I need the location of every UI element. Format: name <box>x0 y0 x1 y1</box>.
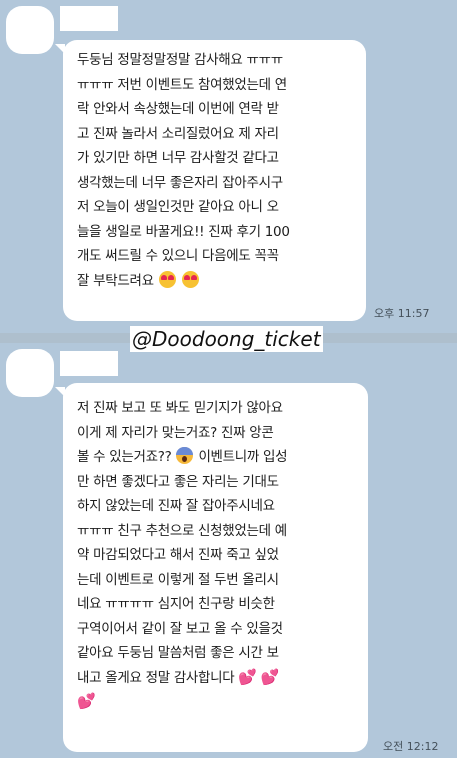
message-line: ㅠㅠㅠ 친구 추천으로 신청했었는데 예 <box>77 522 287 539</box>
message-bubble[interactable]: 두둥님 정말정말정말 감사해요 ㅠㅠㅠ ㅠㅠㅠ 저번 이벤트도 참여했었는데 연… <box>63 40 366 321</box>
message-line: 잘 부탁드려요 <box>77 269 352 294</box>
message-line: 만 하면 좋겠다고 좋은 자리는 기대도 <box>77 473 279 490</box>
message-line: 약 마감되었다고 해서 진짜 죽고 싶었 <box>77 547 279 563</box>
message-line: 늘을 생일로 바꿀게요!! 진짜 후기 100 <box>77 223 290 240</box>
message-line: 생각했는데 너무 좋은자리 잡아주시구 <box>77 174 283 191</box>
smiling-face-with-heart-eyes-icon <box>181 270 199 288</box>
smiling-face-with-heart-eyes-icon <box>158 270 176 288</box>
message-timestamp: 오전 12:12 <box>383 740 439 753</box>
message-line: 저 진짜 보고 또 봐도 믿기지가 않아요 <box>77 400 283 416</box>
message-line: 락 안와서 속상했는데 이번에 연락 받 <box>77 101 279 117</box>
message-line: 네요 ㅠㅠㅠㅠ 심지어 친구랑 비슷한 <box>77 596 275 612</box>
message-line: 하지 않았는데 진짜 잘 잡아주시네요 <box>77 498 275 514</box>
sender-name-redacted <box>60 6 118 31</box>
message-line: 개도 써드릴 수 있으니 다음에도 꼭꼭 <box>77 248 279 264</box>
message-line: ㅠㅠㅠ 저번 이벤트도 참여했었는데 연 <box>77 76 287 93</box>
message-line: 구역이어서 같이 잘 보고 올 수 있을것 <box>77 620 283 637</box>
message-line: 같아요 두둥님 말씀처럼 좋은 시간 보 <box>77 645 279 661</box>
message-line: 두둥님 정말정말정말 감사해요 ㅠㅠㅠ <box>77 52 283 68</box>
two-hearts-icon: 💕 <box>77 692 96 710</box>
chat-panel-1: 두둥님 정말정말정말 감사해요 ㅠㅠㅠ ㅠㅠㅠ 저번 이벤트도 참여했었는데 연… <box>0 0 457 333</box>
message-timestamp: 오후 11:57 <box>374 307 430 320</box>
sender-avatar-redacted[interactable] <box>6 6 54 54</box>
message-line: 고 진짜 놀라서 소리질렀어요 제 자리 <box>77 125 279 142</box>
message-line: 가 있기만 하면 너무 감사할것 같다고 <box>77 150 279 166</box>
chat-panel-2: 저 진짜 보고 또 봐도 믿기지가 않아요 이게 제 자리가 맞는거죠? 진짜 … <box>0 343 457 758</box>
message-line-text: 볼 수 있는거죠?? <box>77 449 172 465</box>
watermark: @Doodoong_ticket <box>130 326 323 352</box>
message-line: 이게 제 자리가 맞는거죠? 진짜 앙콘 <box>77 424 274 441</box>
face-screaming-in-fear-icon <box>176 447 194 464</box>
message-line: 💕 <box>77 690 354 715</box>
two-hearts-icon: 💕 <box>260 667 280 686</box>
message-line-text: 내고 올게요 정말 감사합니다 <box>77 669 235 686</box>
sender-avatar-redacted[interactable] <box>6 349 54 397</box>
message-line-text: 잘 부탁드려요 <box>77 272 154 289</box>
message-line-text: 이벤트니까 입성 <box>198 449 288 465</box>
message-line: 볼 수 있는거죠?? 이벤트니까 입성 <box>77 445 354 470</box>
sender-name-redacted <box>60 351 118 376</box>
message-line: 내고 올게요 정말 감사합니다 💕 💕 <box>77 666 354 691</box>
message-bubble[interactable]: 저 진짜 보고 또 봐도 믿기지가 않아요 이게 제 자리가 맞는거죠? 진짜 … <box>63 383 368 752</box>
two-hearts-icon: 💕 <box>238 667 257 686</box>
message-line: 저 오늘이 생일인것만 같아요 아니 오 <box>77 199 279 215</box>
message-line: 는데 이벤트로 이렇게 절 두번 올리시 <box>77 571 279 588</box>
